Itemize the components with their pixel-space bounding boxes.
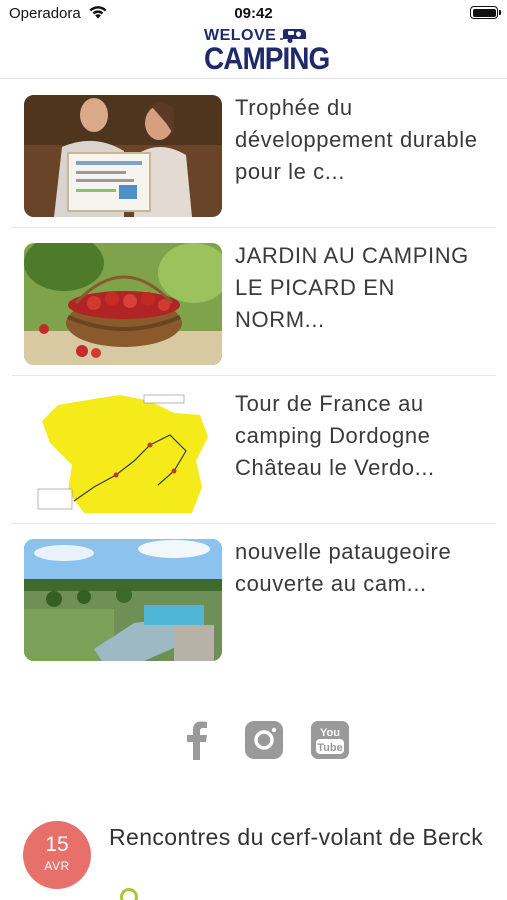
article-title[interactable]: nouvelle pataugeoire couverte au cam... xyxy=(235,536,490,600)
event-item[interactable]: 15 AVR Rencontres du cerf-volant de Berc… xyxy=(0,810,507,900)
logo-main-text: CAMPING xyxy=(204,41,330,76)
article-item[interactable]: Tour de France au camping Dordogne Châte… xyxy=(12,376,496,524)
article-item[interactable]: JARDIN AU CAMPING LE PICARD EN NORM... xyxy=(12,228,496,376)
youtube-icon-text-top: You xyxy=(320,727,340,739)
article-thumbnail[interactable] xyxy=(24,95,222,217)
clock-label: 09:42 xyxy=(234,5,273,22)
battery-icon xyxy=(470,6,501,19)
instagram-icon[interactable] xyxy=(245,721,283,759)
event-title[interactable]: Rencontres du cerf-volant de Berck xyxy=(109,821,499,853)
app-header: WELOVE CAMPING xyxy=(0,26,507,79)
event-day: 15 xyxy=(45,833,69,856)
france-map-image xyxy=(24,391,222,513)
social-links: You Tube xyxy=(0,718,507,762)
article-title[interactable]: JARDIN AU CAMPING LE PICARD EN NORM... xyxy=(235,240,490,336)
article-thumbnail[interactable] xyxy=(24,539,222,661)
campsite-aerial-image xyxy=(24,539,222,661)
strawberries-photo-image xyxy=(24,243,222,365)
article-title[interactable]: Trophée du développement durable pour le… xyxy=(235,92,490,188)
facebook-icon[interactable] xyxy=(182,720,212,760)
article-item[interactable]: nouvelle pataugeoire couverte au cam... xyxy=(12,524,496,672)
event-month: AVR xyxy=(44,859,70,873)
youtube-icon-text-bottom: Tube xyxy=(317,742,342,754)
article-thumbnail[interactable] xyxy=(24,391,222,513)
status-bar: Operadora 09:42 xyxy=(0,0,507,26)
youtube-icon[interactable]: You Tube xyxy=(311,721,349,759)
location-pin-icon xyxy=(120,888,138,900)
article-item[interactable]: Trophée du développement durable pour le… xyxy=(12,80,496,228)
welovecamping-logo[interactable]: WELOVE CAMPING xyxy=(204,27,330,76)
award-photo-image xyxy=(24,95,222,217)
article-title[interactable]: Tour de France au camping Dordogne Châte… xyxy=(235,388,490,484)
event-date-badge: 15 AVR xyxy=(23,821,91,889)
article-thumbnail[interactable] xyxy=(24,243,222,365)
